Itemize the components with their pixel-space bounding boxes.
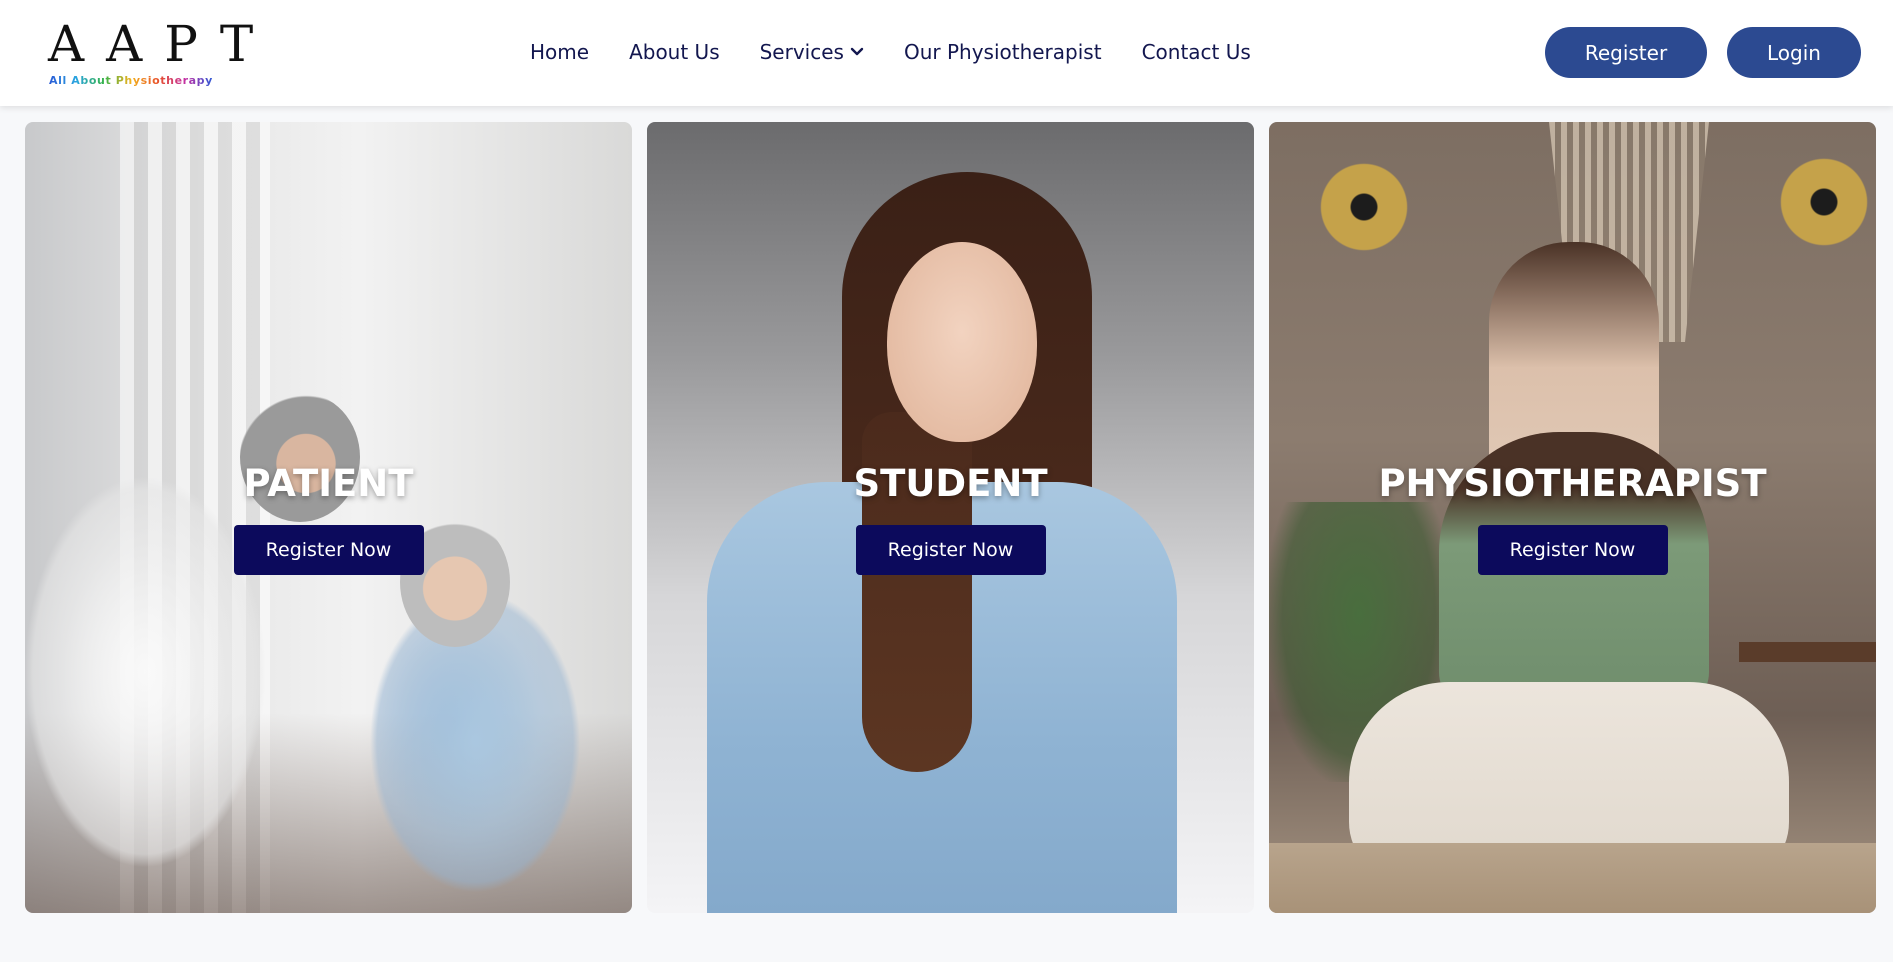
nav-about-us[interactable]: About Us: [629, 40, 720, 64]
register-button[interactable]: Register: [1545, 27, 1707, 78]
student-face: [887, 242, 1037, 442]
physiotherapist-card-title: PHYSIOTHERAPIST: [1378, 462, 1767, 505]
nav-services-label: Services: [759, 40, 844, 64]
patient-card-title: PATIENT: [243, 462, 414, 505]
student-card-title: STUDENT: [853, 462, 1048, 505]
sun-mirror-left: [1314, 157, 1414, 257]
nav-contact-us-label: Contact Us: [1141, 40, 1251, 64]
chevron-down-icon: [850, 47, 864, 57]
logo-letters: AAPT: [48, 15, 276, 73]
sun-mirror-right: [1774, 152, 1874, 252]
nav-our-physiotherapist[interactable]: Our Physiotherapist: [904, 40, 1102, 64]
main-nav: Home About Us Services Our Physiotherapi…: [530, 38, 1251, 66]
nav-services[interactable]: Services: [760, 40, 864, 64]
nav-home[interactable]: Home: [530, 40, 589, 64]
nav-about-us-label: About Us: [629, 40, 720, 64]
rug-decor: [1269, 843, 1876, 913]
nav-home-label: Home: [530, 40, 590, 64]
patient-card: PATIENT Register Now: [25, 122, 632, 913]
patient-register-now-button[interactable]: Register Now: [233, 525, 424, 575]
login-button[interactable]: Login: [1727, 27, 1861, 78]
site-header: AAPT All About Physiotherapy Home About …: [0, 0, 1893, 106]
logo[interactable]: AAPT All About Physiotherapy: [48, 18, 253, 90]
physiotherapist-register-now-button[interactable]: Register Now: [1477, 525, 1668, 575]
student-card: STUDENT Register Now: [647, 122, 1254, 913]
nav-contact-us[interactable]: Contact Us: [1142, 40, 1251, 64]
logo-tagline: All About Physiotherapy: [49, 74, 213, 87]
nav-our-physiotherapist-label: Our Physiotherapist: [903, 40, 1102, 64]
side-table: [1739, 642, 1876, 662]
student-register-now-button[interactable]: Register Now: [855, 525, 1046, 575]
physiotherapist-card: PHYSIOTHERAPIST Register Now: [1269, 122, 1876, 913]
